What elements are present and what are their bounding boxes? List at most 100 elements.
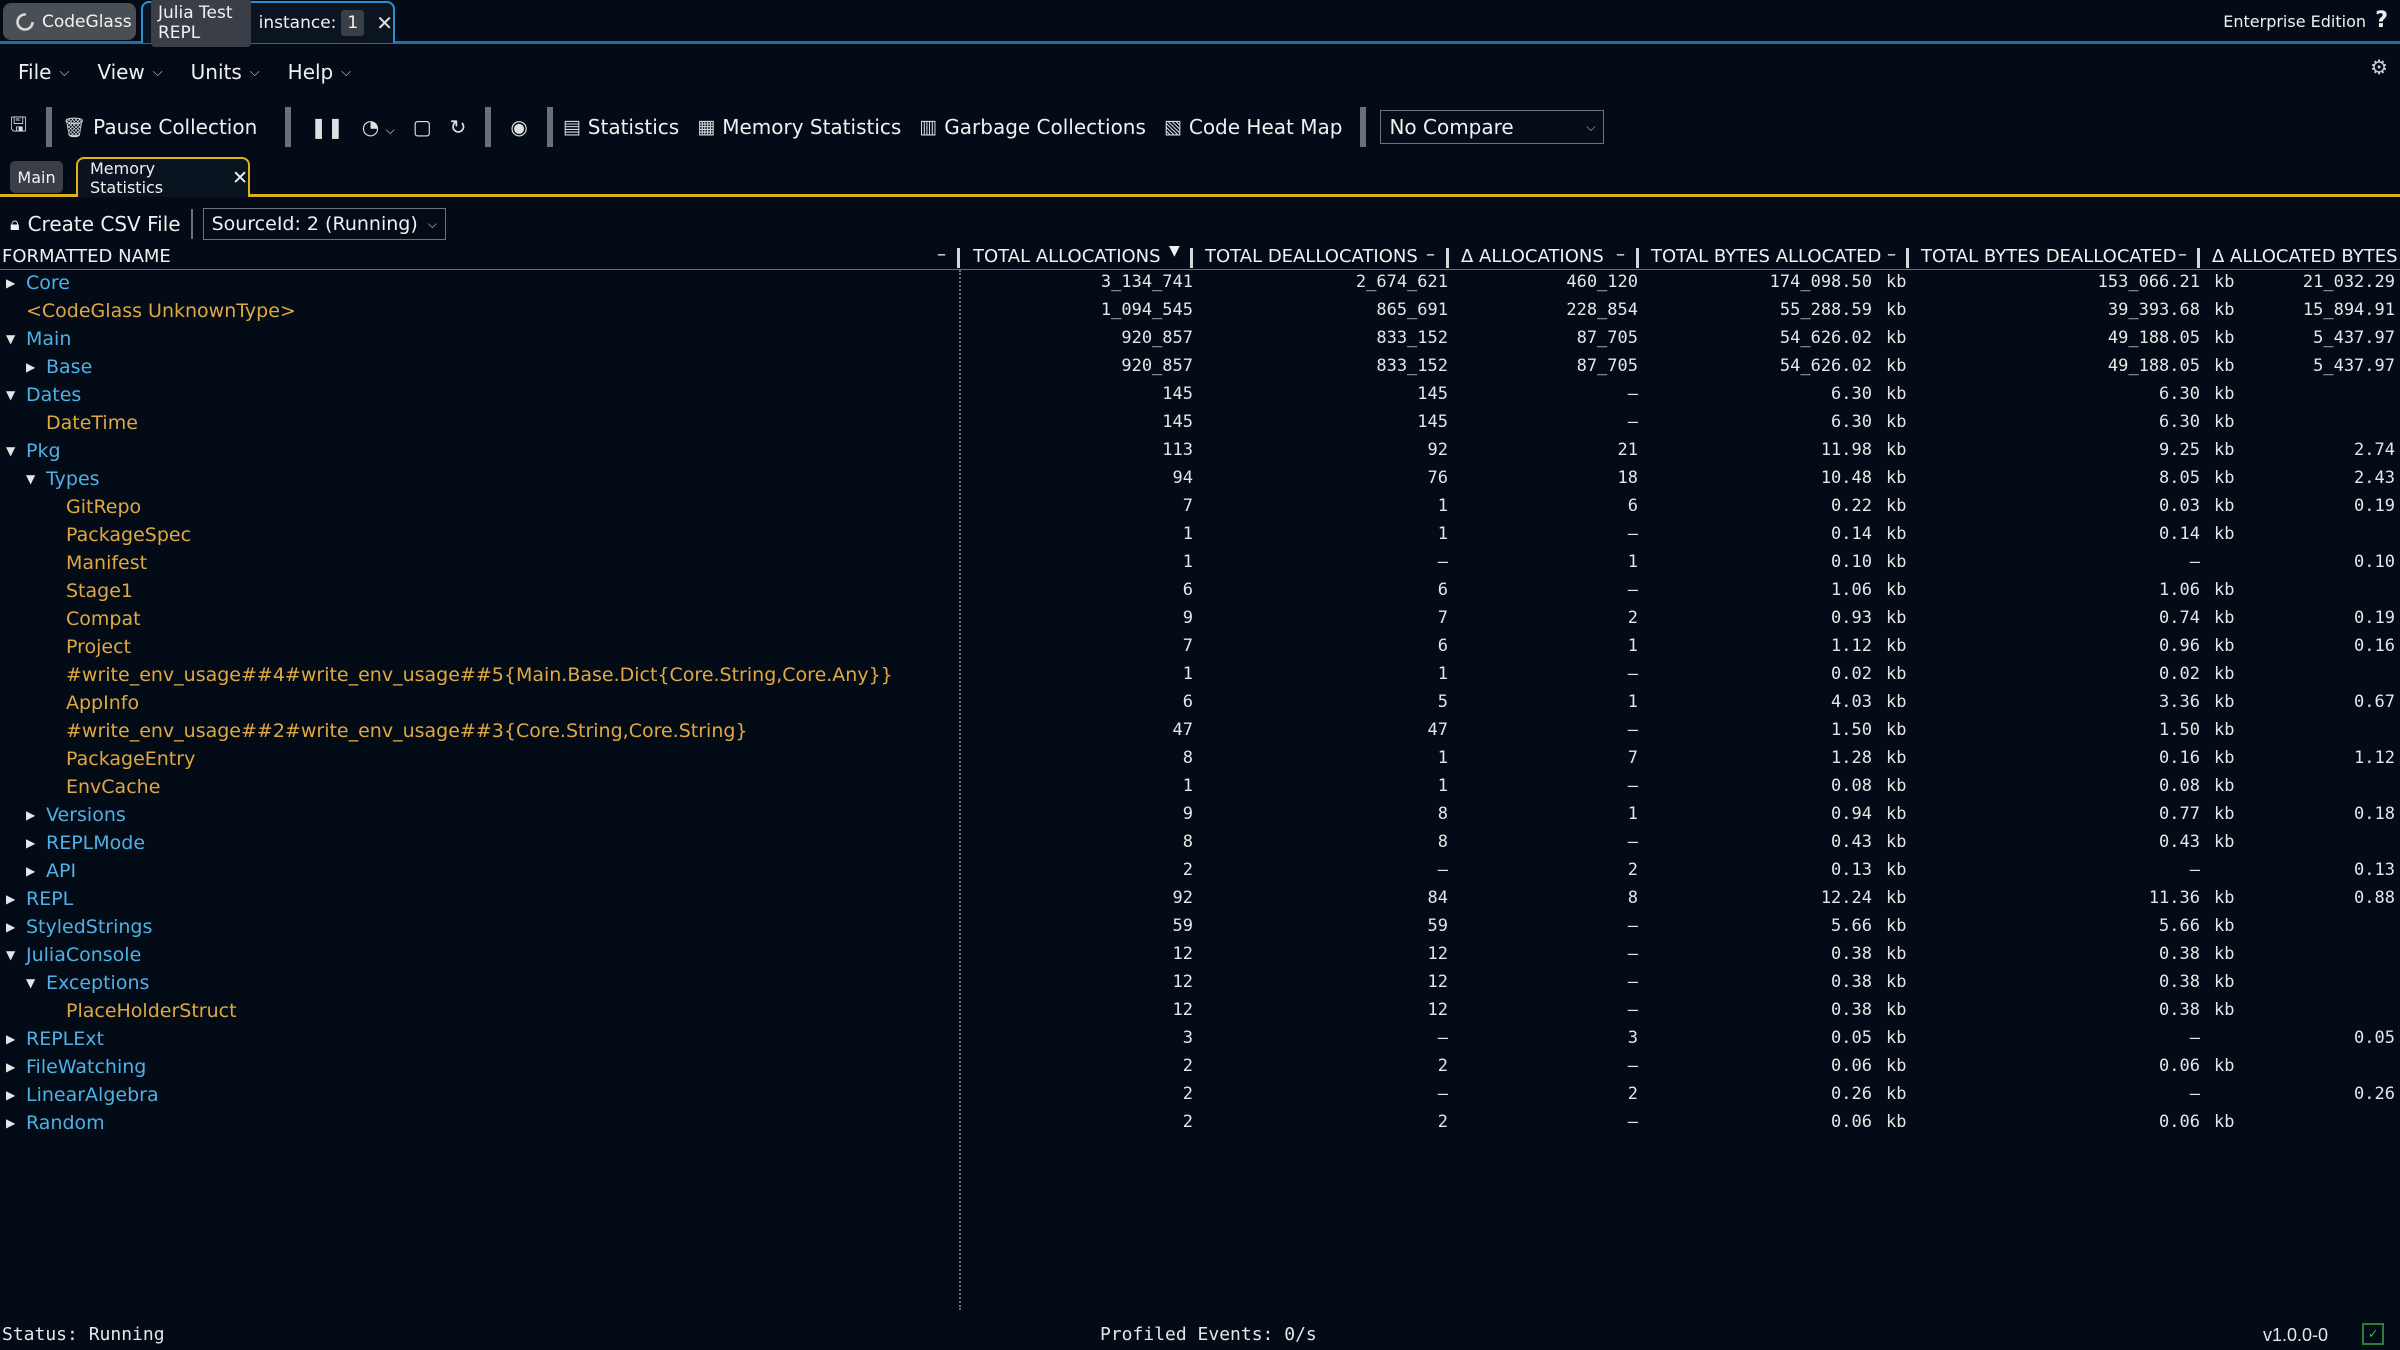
- table-row[interactable]: Stage1 6 6 – 1.06 kb 1.06 kb: [0, 578, 2400, 606]
- compare-select[interactable]: No Compare ⌵: [1380, 110, 1605, 144]
- tab-main[interactable]: Main: [10, 161, 63, 193]
- source-select[interactable]: SourceId: 2 (Running) ⌵: [202, 208, 446, 240]
- table-row[interactable]: ▶ Versions 9 8 1 0.94 kb 0.77 kb 0.18: [0, 802, 2400, 830]
- column-separator[interactable]: [2197, 248, 2200, 268]
- close-window-tab-icon[interactable]: ✕: [376, 11, 393, 35]
- create-csv-label: Create CSV File: [27, 212, 181, 236]
- expand-arrow-right-icon[interactable]: ▶: [6, 920, 15, 934]
- table-row[interactable]: GitRepo 7 1 6 0.22 kb 0.03 kb 0.19: [0, 494, 2400, 522]
- column-separator[interactable]: [1906, 248, 1909, 268]
- column-header-total-deallocations[interactable]: TOTAL DEALLOCATIONS: [1205, 246, 1418, 267]
- column-header-formatted-name[interactable]: FORMATTED NAME: [2, 246, 171, 267]
- code-heat-map-button[interactable]: ▧ Code Heat Map: [1164, 115, 1343, 139]
- expand-arrow-down-icon[interactable]: ▼: [6, 332, 15, 346]
- table-row[interactable]: PackageEntry 8 1 7 1.28 kb 0.16 kb 1.12: [0, 746, 2400, 774]
- pause-icon[interactable]: ❚❚: [310, 115, 344, 139]
- column-collapse-icon[interactable]: –: [1887, 244, 1896, 265]
- close-tab-icon[interactable]: ✕: [232, 167, 248, 189]
- table-row[interactable]: ▼ JuliaConsole 12 12 – 0.38 kb 0.38 kb: [0, 942, 2400, 970]
- table-row[interactable]: ▶ Core 3_134_741 2_674_621 460_120 174_098.50…: [0, 270, 2400, 298]
- table-row[interactable]: ▶ Base 920_857 833_152 87_705 54_626.02 kb 49_1…: [0, 354, 2400, 382]
- snapshot-dropdown-icon[interactable]: ◔ ⌵: [362, 115, 395, 139]
- table-row[interactable]: #write_env_usage##2#write_env_usage##3{C…: [0, 718, 2400, 746]
- table-row[interactable]: ▶ REPL 92 84 8 12.24 kb 11.36 kb 0.88: [0, 886, 2400, 914]
- table-row[interactable]: PlaceHolderStruct 12 12 – 0.38 kb 0.38 kb: [0, 998, 2400, 1026]
- column-collapse-icon[interactable]: –: [1426, 244, 1435, 265]
- tab-memory-statistics[interactable]: Memory Statistics ✕: [76, 157, 250, 197]
- table-row[interactable]: Compat 9 7 2 0.93 kb 0.74 kb 0.19: [0, 606, 2400, 634]
- column-header-delta-allocated-bytes[interactable]: Δ ALLOCATED BYTES: [2212, 246, 2398, 267]
- delta-allocations-cell: –: [1627, 412, 1638, 432]
- table-row[interactable]: ▼ Main 920_857 833_152 87_705 54_626.02 kb 49_1…: [0, 326, 2400, 354]
- column-header-total-bytes-deallocated[interactable]: TOTAL BYTES DEALLOCATED: [1921, 246, 2177, 267]
- total-deallocations-cell: 7: [1437, 608, 1448, 628]
- menu-view[interactable]: View ⌵: [97, 60, 162, 84]
- memory-statistics-button[interactable]: ▦ Memory Statistics: [697, 115, 901, 139]
- expand-arrow-right-icon[interactable]: ▶: [26, 836, 35, 850]
- expand-arrow-right-icon[interactable]: ▶: [6, 1116, 15, 1130]
- table-row[interactable]: AppInfo 6 5 1 4.03 kb 3.36 kb 0.67: [0, 690, 2400, 718]
- table-row[interactable]: ▼ Types 94 76 18 10.48 kb 8.05 kb 2.43: [0, 466, 2400, 494]
- expand-arrow-right-icon[interactable]: ▶: [26, 864, 35, 878]
- column-separator[interactable]: [957, 248, 960, 268]
- pause-collection-button[interactable]: 🗑 Pause Collection: [62, 115, 257, 139]
- table-row[interactable]: ▶ Random 2 2 – 0.06 kb 0.06 kb: [0, 1110, 2400, 1138]
- total-bytes-deallocated-cell: 39_393.68: [2107, 300, 2200, 320]
- table-row[interactable]: ▶ API 2 – 2 0.13 kb – 0.13: [0, 858, 2400, 886]
- expand-arrow-right-icon[interactable]: ▶: [6, 1032, 15, 1046]
- table-row[interactable]: PackageSpec 1 1 – 0.14 kb 0.14 kb: [0, 522, 2400, 550]
- bytes-allocated-unit: kb: [1886, 1112, 1907, 1132]
- record-icon[interactable]: ◉: [510, 115, 527, 139]
- expand-arrow-right-icon[interactable]: ▶: [6, 1060, 15, 1074]
- total-bytes-allocated-cell: 5.66: [1831, 916, 1872, 936]
- delta-allocations-cell: –: [1627, 524, 1638, 544]
- expand-arrow-right-icon[interactable]: ▶: [6, 276, 15, 290]
- column-collapse-icon[interactable]: –: [2178, 244, 2187, 265]
- table-row[interactable]: DateTime 145 145 – 6.30 kb 6.30 kb: [0, 410, 2400, 438]
- menu-units[interactable]: Units ⌵: [191, 60, 260, 84]
- expand-arrow-right-icon[interactable]: ▶: [26, 360, 35, 374]
- column-header-total-bytes-allocated[interactable]: TOTAL BYTES ALLOCATED: [1651, 246, 1881, 267]
- refresh-icon[interactable]: ↻: [450, 115, 467, 139]
- table-row[interactable]: ▶ REPLMode 8 8 – 0.43 kb 0.43 kb: [0, 830, 2400, 858]
- expand-arrow-down-icon[interactable]: ▼: [26, 976, 35, 990]
- window-tab-julia-test-repl[interactable]: Julia Test REPL instance: 1 ✕: [141, 0, 395, 47]
- column-header-total-allocations[interactable]: TOTAL ALLOCATIONS: [973, 246, 1161, 267]
- garbage-collections-button[interactable]: ▥ Garbage Collections: [919, 115, 1146, 139]
- help-icon[interactable]: ?: [2375, 8, 2388, 33]
- column-separator[interactable]: [1636, 248, 1639, 268]
- table-row[interactable]: ▶ StyledStrings 59 59 – 5.66 kb 5.66 kb: [0, 914, 2400, 942]
- table-row[interactable]: ▼ Pkg 113 92 21 11.98 kb 9.25 kb 2.74: [0, 438, 2400, 466]
- table-row[interactable]: #write_env_usage##4#write_env_usage##5{M…: [0, 662, 2400, 690]
- column-header-delta-allocations[interactable]: Δ ALLOCATIONS: [1461, 246, 1604, 267]
- table-row[interactable]: ▼ Dates 145 145 – 6.30 kb 6.30 kb: [0, 382, 2400, 410]
- save-icon[interactable]: 🖫: [10, 110, 27, 144]
- menu-file[interactable]: File ⌵: [18, 60, 69, 84]
- stop-icon[interactable]: ▢: [413, 115, 432, 139]
- expand-arrow-down-icon[interactable]: ▼: [6, 948, 15, 962]
- app-tab-codeglass[interactable]: CodeGlass: [3, 3, 136, 40]
- expand-arrow-right-icon[interactable]: ▶: [6, 1088, 15, 1102]
- column-collapse-icon[interactable]: –: [1616, 244, 1625, 265]
- table-row[interactable]: EnvCache 1 1 – 0.08 kb 0.08 kb: [0, 774, 2400, 802]
- expand-arrow-down-icon[interactable]: ▼: [26, 472, 35, 486]
- column-separator[interactable]: [1446, 248, 1449, 268]
- table-row[interactable]: Project 7 6 1 1.12 kb 0.96 kb 0.16: [0, 634, 2400, 662]
- table-row[interactable]: ▶ FileWatching 2 2 – 0.06 kb 0.06 kb: [0, 1054, 2400, 1082]
- table-row[interactable]: ▼ Exceptions 12 12 – 0.38 kb 0.38 kb: [0, 970, 2400, 998]
- table-row[interactable]: ▶ LinearAlgebra 2 – 2 0.26 kb – 0.26: [0, 1082, 2400, 1110]
- expand-arrow-right-icon[interactable]: ▶: [6, 892, 15, 906]
- sort-descending-icon[interactable]: ▼: [1169, 243, 1180, 259]
- expand-arrow-right-icon[interactable]: ▶: [26, 808, 35, 822]
- column-collapse-icon[interactable]: –: [937, 244, 946, 265]
- gear-icon[interactable]: ⚙: [2370, 55, 2388, 79]
- column-separator[interactable]: [1190, 248, 1193, 268]
- expand-arrow-down-icon[interactable]: ▼: [6, 444, 15, 458]
- statistics-button[interactable]: ▤ Statistics: [563, 115, 679, 139]
- table-row[interactable]: <CodeGlass UnknownType> 1_094_545 865_691 2…: [0, 298, 2400, 326]
- table-row[interactable]: Manifest 1 – 1 0.10 kb – 0.10: [0, 550, 2400, 578]
- menu-help[interactable]: Help ⌵: [288, 60, 351, 84]
- create-csv-button[interactable]: 🔒︎ Create CSV File: [10, 212, 181, 236]
- table-row[interactable]: ▶ REPLExt 3 – 3 0.05 kb – 0.05: [0, 1026, 2400, 1054]
- expand-arrow-down-icon[interactable]: ▼: [6, 388, 15, 402]
